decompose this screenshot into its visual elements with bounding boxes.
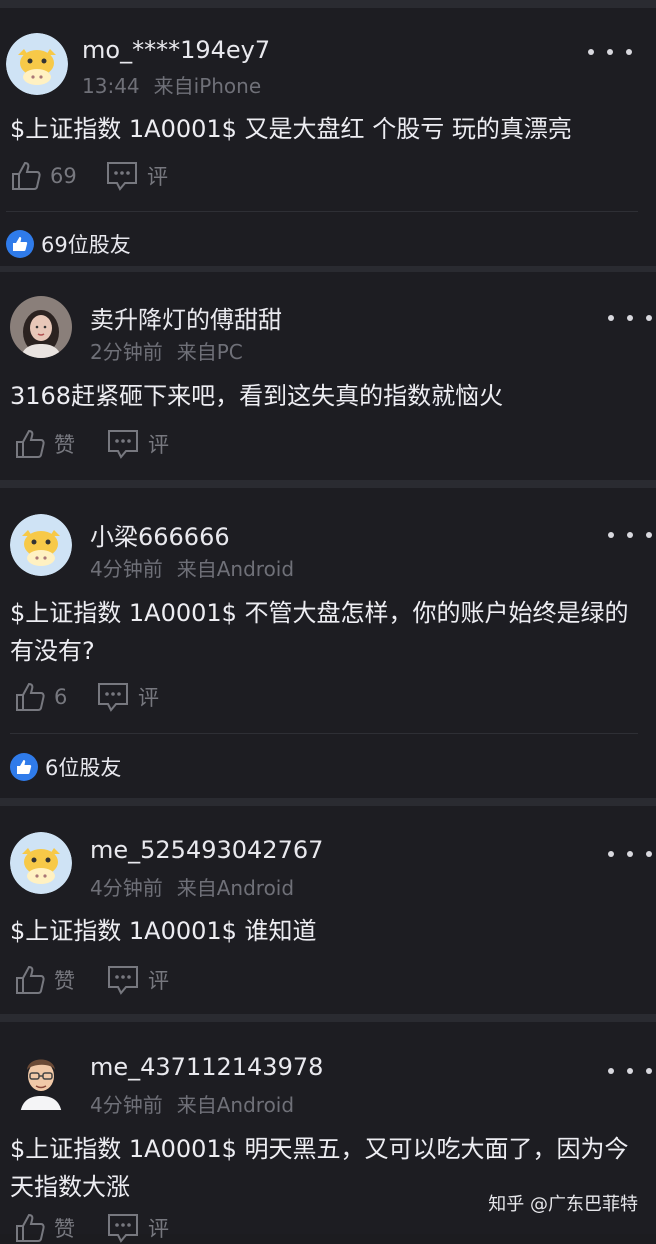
post-content[interactable]: 3168赶紧砸下来吧，看到这失真的指数就恼火	[10, 377, 650, 415]
post-source: 来自PC	[176, 340, 243, 364]
thumb-up-icon	[16, 1213, 45, 1242]
watermark: 知乎 @广东巴菲特	[488, 1194, 638, 1215]
comment-label: 评	[147, 165, 168, 189]
cow-avatar[interactable]	[10, 832, 72, 894]
thumb-up-icon	[16, 429, 45, 458]
like-label: 赞	[54, 433, 75, 457]
post-content[interactable]: $上证指数 1A0001$ 不管大盘怎样，你的账户始终是绿的有没有?	[10, 594, 650, 670]
comment-button[interactable]: 评	[96, 681, 159, 713]
username[interactable]: me_525493042767	[90, 836, 323, 864]
comment-icon	[107, 162, 137, 191]
likers-count: 6位股友	[45, 756, 122, 780]
likers-count: 69位股友	[41, 233, 131, 257]
thumb-up-icon	[16, 682, 45, 711]
username[interactable]: mo_****194ey7	[82, 36, 270, 64]
post-source: 来自Android	[176, 876, 295, 900]
photo-avatar[interactable]	[10, 296, 72, 358]
more-icon[interactable]	[608, 525, 652, 545]
like-count: 69	[50, 164, 77, 188]
row-divider	[6, 211, 638, 212]
post-time: 13:44	[82, 74, 140, 98]
post-meta: 4分钟前 来自Android	[90, 553, 294, 582]
like-button[interactable]: 69	[10, 160, 77, 192]
cartoon-avatar[interactable]	[10, 1048, 72, 1110]
thumb-up-icon	[16, 965, 45, 994]
post-separator	[0, 798, 656, 806]
more-icon[interactable]	[608, 844, 652, 864]
more-icon[interactable]	[608, 308, 652, 328]
post-time: 4分钟前	[90, 876, 163, 900]
post-meta: 4分钟前 来自Android	[90, 872, 294, 901]
comment-label: 评	[138, 686, 159, 710]
comment-icon	[98, 683, 128, 712]
more-icon[interactable]	[588, 42, 632, 62]
like-button[interactable]: 赞	[14, 428, 75, 460]
comment-label: 评	[148, 969, 169, 993]
post-separator	[0, 1014, 656, 1022]
username[interactable]: 小梁666666	[90, 517, 230, 552]
post-time: 2分钟前	[90, 340, 163, 364]
comment-icon	[108, 1214, 138, 1243]
likers-summary[interactable]: 6位股友	[10, 752, 121, 782]
like-label: 赞	[54, 969, 75, 993]
post-source: 来自iPhone	[153, 74, 262, 98]
row-divider	[10, 733, 638, 734]
post-meta: 2分钟前 来自PC	[90, 336, 243, 365]
cow-avatar[interactable]	[6, 33, 68, 95]
comment-label: 评	[148, 1217, 169, 1241]
post-source: 来自Android	[176, 557, 295, 581]
like-button[interactable]: 赞	[14, 964, 75, 996]
comment-button[interactable]: 评	[106, 1212, 169, 1244]
post-content[interactable]: $上证指数 1A0001$ 谁知道	[10, 912, 650, 950]
more-icon[interactable]	[608, 1061, 652, 1081]
like-button[interactable]: 赞	[14, 1212, 75, 1244]
like-button[interactable]: 6	[14, 681, 67, 713]
comment-label: 评	[148, 433, 169, 457]
thumb-up-icon	[12, 161, 41, 190]
post-content[interactable]: $上证指数 1A0001$ 又是大盘红 个股亏 玩的真漂亮	[10, 110, 650, 148]
post-time: 4分钟前	[90, 1093, 163, 1117]
thumb-up-badge-icon	[6, 230, 34, 258]
post-meta: 4分钟前 来自Android	[90, 1089, 294, 1118]
post-meta: 13:44 来自iPhone	[82, 70, 261, 99]
username[interactable]: 卖升降灯的傅甜甜	[90, 300, 282, 335]
post-separator	[0, 480, 656, 488]
comment-button[interactable]: 评	[105, 160, 168, 192]
like-count: 6	[54, 685, 68, 709]
username[interactable]: me_437112143978	[90, 1053, 323, 1081]
comment-button[interactable]: 评	[106, 428, 169, 460]
cow-avatar[interactable]	[10, 514, 72, 576]
post-source: 来自Android	[176, 1093, 295, 1117]
thumb-up-badge-icon	[10, 753, 38, 781]
top-band	[0, 0, 656, 8]
comment-icon	[108, 430, 138, 459]
likers-summary[interactable]: 69位股友	[6, 229, 131, 259]
comment-icon	[108, 966, 138, 995]
like-label: 赞	[54, 1217, 75, 1241]
comment-button[interactable]: 评	[106, 964, 169, 996]
post-time: 4分钟前	[90, 557, 163, 581]
